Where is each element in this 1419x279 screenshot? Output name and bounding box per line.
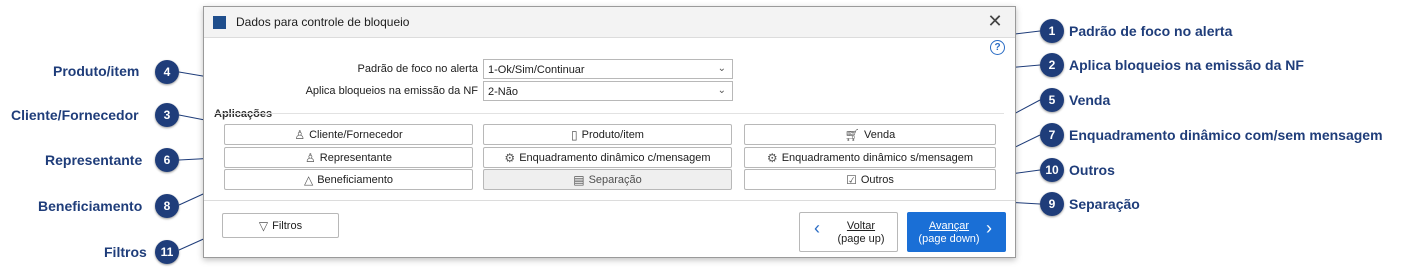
product-icon: ▯ (571, 127, 578, 142)
app-icon (213, 16, 226, 29)
next-button[interactable]: Avançar (page down) › (907, 212, 1006, 252)
processing-button[interactable]: △ Beneficiamento (224, 169, 473, 190)
callout-badge-4: 4 (155, 60, 179, 84)
person-icon: ♙ (294, 127, 306, 142)
checkbox-icon: ☑ (846, 172, 857, 187)
callout-text-11: Filtros (104, 244, 147, 260)
chevron-down-icon: ⌄ (717, 63, 726, 74)
dialog-window: Dados para controle de bloqueio ✕ ? Padr… (203, 6, 1016, 258)
section-divider (214, 113, 1004, 114)
callout-badge-10: 10 (1040, 158, 1064, 182)
filter-icon: ▽ (258, 218, 269, 233)
dynamic-framing-with-message-label: Enquadramento dinâmico c/mensagem (519, 151, 711, 164)
callout-text-9: Separação (1069, 196, 1140, 212)
chevron-down-icon: ⌄ (717, 85, 726, 96)
gear-icon: ⚙ (504, 150, 516, 165)
callout-text-2: Aplica bloqueios na emissão da NF (1069, 57, 1304, 73)
callout-badge-8: 8 (155, 194, 179, 218)
callout-badge-3: 3 (155, 103, 179, 127)
callout-badge-7: 7 (1040, 123, 1064, 147)
callout-badge-1: 1 (1040, 19, 1064, 43)
apply-blocks-value: 2-Não (488, 86, 518, 98)
others-button[interactable]: ☑ Outros (744, 169, 996, 190)
next-label: Avançar (928, 220, 970, 232)
callout-text-4: Produto/item (53, 63, 140, 79)
product-item-label: Produto/item (581, 128, 644, 141)
callout-badge-2: 2 (1040, 53, 1064, 77)
callout-text-6: Representante (45, 152, 143, 168)
separation-button[interactable]: ▤ Separação (483, 169, 732, 190)
footer-divider (204, 200, 1015, 201)
clipboard-icon: ▤ (573, 172, 585, 187)
sale-button[interactable]: 🛒︎ Venda (744, 124, 996, 145)
gear-icon: ⚙ (766, 150, 778, 165)
filters-label: Filtros (272, 219, 303, 232)
product-item-button[interactable]: ▯ Produto/item (483, 124, 732, 145)
chevron-left-icon: ‹ (814, 218, 820, 238)
sale-label: Venda (864, 128, 896, 141)
customer-supplier-button[interactable]: ♙ Cliente/Fornecedor (224, 124, 473, 145)
callout-text-7: Enquadramento dinâmico com/sem mensagem (1069, 127, 1383, 143)
person-icon: ♙ (305, 150, 316, 165)
focus-pattern-value: 1-Ok/Sim/Continuar (488, 64, 585, 76)
callout-text-1: Padrão de foco no alerta (1069, 23, 1233, 39)
back-hint: (page up) (837, 233, 885, 245)
focus-pattern-select[interactable]: 1-Ok/Sim/Continuar ⌄ (483, 59, 733, 79)
representative-label: Representante (319, 151, 392, 164)
filters-button[interactable]: ▽ Filtros (222, 213, 339, 238)
dynamic-framing-without-message-label: Enquadramento dinâmico s/mensagem (781, 151, 974, 164)
dialog-title: Dados para controle de bloqueio (236, 15, 410, 29)
others-label: Outros (860, 173, 894, 186)
focus-pattern-label: Padrão de foco no alerta (357, 63, 478, 75)
apply-blocks-select[interactable]: 2-Não ⌄ (483, 81, 733, 101)
back-label: Voltar (846, 220, 876, 232)
callout-text-10: Outros (1069, 162, 1115, 178)
shapes-icon: △ (303, 172, 314, 187)
customer-supplier-label: Cliente/Fornecedor (309, 128, 403, 141)
help-icon[interactable]: ? (990, 40, 1005, 55)
callout-badge-5: 5 (1040, 88, 1064, 112)
callout-badge-9: 9 (1040, 192, 1064, 216)
apply-blocks-label: Aplica bloqueios na emissão da NF (305, 85, 478, 97)
dynamic-framing-without-message-button[interactable]: ⚙ Enquadramento dinâmico s/mensagem (744, 147, 996, 168)
next-hint: (page down) (918, 233, 980, 245)
callout-badge-6: 6 (155, 148, 179, 172)
callout-text-3: Cliente/Fornecedor (11, 107, 139, 123)
callout-text-5: Venda (1069, 92, 1111, 108)
callout-text-8: Beneficiamento (38, 198, 143, 214)
back-button[interactable]: ‹ Voltar (page up) (799, 212, 898, 252)
close-icon[interactable]: ✕ (985, 11, 1005, 31)
representative-button[interactable]: ♙ Representante (224, 147, 473, 168)
chevron-right-icon: › (986, 218, 992, 238)
dynamic-framing-with-message-button[interactable]: ⚙ Enquadramento dinâmico c/mensagem (483, 147, 732, 168)
separation-label: Separação (588, 173, 642, 186)
applications-section-label: Aplicações (214, 108, 273, 120)
processing-label: Beneficiamento (317, 173, 394, 186)
title-bar: Dados para controle de bloqueio ✕ (204, 7, 1015, 38)
callout-badge-11: 11 (155, 240, 179, 264)
cart-icon: 🛒︎ (844, 127, 861, 142)
